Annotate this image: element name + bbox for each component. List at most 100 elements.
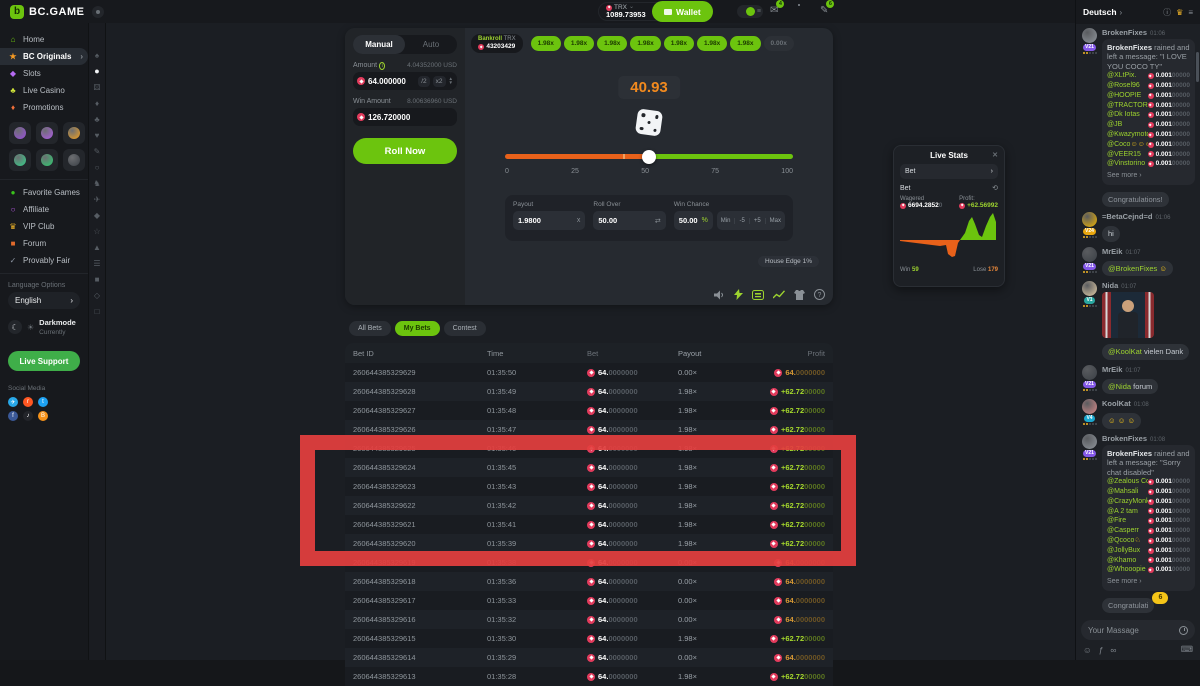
game-tile[interactable] bbox=[9, 122, 31, 144]
table-row[interactable]: 26064438532962401:35:4564.00000001.98×+6… bbox=[345, 458, 833, 477]
rain-recipient-name[interactable]: @Rosel96 bbox=[1107, 81, 1140, 91]
amount-input[interactable]: 64.000000 /2 x2 ▲▼ bbox=[353, 72, 457, 90]
table-row[interactable]: 26064438532962301:35:4364.00000001.98×+6… bbox=[345, 477, 833, 496]
table-row[interactable]: 26064438532962601:35:4764.00000001.98×+6… bbox=[345, 420, 833, 439]
sidebar-collapse-icon[interactable] bbox=[92, 6, 104, 18]
sidebar-item-vip-club[interactable]: ♛VIP Club bbox=[0, 218, 88, 235]
sidebar-item-home[interactable]: ⌂Home bbox=[0, 31, 88, 48]
win-amount-input[interactable]: 126.720000 bbox=[353, 108, 457, 126]
sound-icon[interactable] bbox=[714, 290, 725, 300]
wallet-button[interactable]: Wallet bbox=[652, 1, 713, 22]
table-row[interactable]: 26064438532961901:35:3864.00000000.00×64… bbox=[345, 553, 833, 572]
mention[interactable]: @Nida bbox=[1108, 382, 1131, 391]
history-multiplier-pill[interactable]: 1.98x bbox=[697, 36, 727, 51]
close-icon[interactable]: ✕ bbox=[992, 151, 998, 159]
rain-recipient-name[interactable]: @Zealous Coryd... bbox=[1107, 477, 1148, 487]
congrats-count-badge[interactable]: 6 bbox=[1152, 592, 1168, 604]
win-chance-button-max[interactable]: Max bbox=[766, 218, 785, 224]
help-icon[interactable]: ? bbox=[814, 289, 825, 300]
chat-toggle-button[interactable]: ✎6 bbox=[820, 4, 828, 17]
rain-recipient-name[interactable]: @Casperr bbox=[1107, 526, 1139, 536]
sidebar-item-affiliate[interactable]: ○Affiliate bbox=[0, 201, 88, 218]
reset-icon[interactable]: ⟲ bbox=[992, 184, 998, 192]
table-row[interactable]: 26064438532962901:35:5064.00000000.00×64… bbox=[345, 363, 833, 382]
table-row[interactable]: 26064438532962801:35:4964.00000001.98×+6… bbox=[345, 382, 833, 401]
chat-rules-icon[interactable]: ⓘ bbox=[1163, 7, 1171, 18]
win-chance-button-+5[interactable]: +5 bbox=[750, 218, 766, 224]
chat-username[interactable]: MrEik bbox=[1102, 365, 1122, 374]
history-multiplier-pill[interactable]: 1.98x bbox=[664, 36, 694, 51]
slider-track[interactable] bbox=[505, 154, 793, 159]
mention[interactable]: @BrokenFixes bbox=[1108, 264, 1157, 273]
win-chance-button-min[interactable]: Min bbox=[717, 218, 736, 224]
roll-now-button[interactable]: Roll Now bbox=[353, 138, 457, 164]
social-icon[interactable]: r bbox=[23, 397, 33, 407]
sidebar-item-slots[interactable]: ◆Slots bbox=[0, 65, 88, 82]
rain-recipient-name[interactable]: @Coco☺☺☺☺ bbox=[1107, 140, 1148, 150]
slider-handle[interactable] bbox=[642, 150, 656, 164]
see-more-link[interactable]: See more › bbox=[1107, 577, 1190, 587]
rain-recipient-name[interactable]: @CrazyMonkey bbox=[1107, 497, 1148, 507]
rail-game-icon[interactable]: ⚄ bbox=[94, 83, 101, 92]
table-row[interactable]: 26064438532962001:35:3964.00000001.98×+6… bbox=[345, 534, 833, 553]
table-row[interactable]: 26064438532962501:35:4664.00000001.98×+6… bbox=[345, 439, 833, 458]
rail-game-icon[interactable]: ○ bbox=[95, 163, 100, 172]
chat-username[interactable]: BrokenFixes bbox=[1102, 434, 1147, 443]
table-row[interactable]: 26064438532962201:35:4264.00000001.98×+6… bbox=[345, 496, 833, 515]
rail-game-icon[interactable]: □ bbox=[95, 307, 100, 316]
rail-game-icon[interactable]: ♣ bbox=[94, 115, 99, 124]
bets-tab-all-bets[interactable]: All Bets bbox=[349, 321, 391, 336]
half-bet-button[interactable]: /2 bbox=[418, 76, 429, 87]
history-multiplier-pill[interactable]: 1.98x bbox=[730, 36, 760, 51]
win-chance-input[interactable]: 50.00% bbox=[674, 211, 713, 230]
game-tile[interactable] bbox=[63, 122, 85, 144]
table-row[interactable]: 26064438532961301:35:2864.00000001.98×+6… bbox=[345, 667, 833, 686]
table-row[interactable]: 26064438532961801:35:3664.00000000.00×64… bbox=[345, 572, 833, 591]
bets-tab-my-bets[interactable]: My Bets bbox=[395, 321, 440, 336]
chat-username[interactable]: =BetaCejnd=d bbox=[1102, 212, 1152, 221]
avatar[interactable] bbox=[1082, 28, 1097, 43]
gif-keyboard-icon[interactable]: ⌨ bbox=[1181, 644, 1193, 655]
swap-icon[interactable]: ⇄ bbox=[655, 217, 661, 225]
rain-recipient-name[interactable]: @JollyBux bbox=[1107, 546, 1140, 556]
game-tile[interactable] bbox=[36, 122, 58, 144]
win-chance-button--5[interactable]: -5 bbox=[735, 218, 749, 224]
darkmode-toggle[interactable]: ☾ ☀ DarkmodeCurrently bbox=[0, 309, 88, 345]
game-tile[interactable] bbox=[36, 149, 58, 171]
chat-username[interactable]: KoolKat bbox=[1102, 399, 1131, 408]
rain-recipient-name[interactable]: @XLtPix. bbox=[1107, 71, 1136, 81]
sidebar-item-live-casino[interactable]: ♣Live Casino bbox=[0, 82, 88, 99]
history-multiplier-pill[interactable]: 1.98x bbox=[630, 36, 660, 51]
history-multiplier-pill[interactable]: 1.98x bbox=[597, 36, 627, 51]
avatar[interactable] bbox=[1082, 399, 1097, 414]
history-multiplier-pill[interactable]: 0.00x bbox=[764, 36, 794, 51]
stats-mode-select[interactable]: Bet› bbox=[900, 164, 998, 179]
rail-game-icon[interactable]: ■ bbox=[95, 275, 100, 284]
roll-over-input[interactable]: 50.00⇄ bbox=[593, 211, 665, 230]
social-icon[interactable]: B bbox=[38, 411, 48, 421]
language-select[interactable]: English› bbox=[8, 292, 80, 309]
chat-username[interactable]: BrokenFixes bbox=[1102, 28, 1147, 37]
view-toggle[interactable]: ≡ bbox=[737, 5, 763, 18]
history-multiplier-pill[interactable]: 1.98x bbox=[531, 36, 561, 51]
rail-game-icon[interactable]: ◇ bbox=[94, 291, 100, 300]
table-row[interactable]: 26064438532961501:35:3064.00000001.98×+6… bbox=[345, 629, 833, 648]
table-row[interactable]: 26064438532961701:35:3364.00000000.00×64… bbox=[345, 591, 833, 610]
trends-icon[interactable] bbox=[773, 290, 785, 300]
see-more-link[interactable]: See more › bbox=[1107, 171, 1190, 181]
game-tile[interactable] bbox=[63, 149, 85, 171]
chat-username[interactable]: MrEik bbox=[1102, 247, 1122, 256]
social-icon[interactable]: t bbox=[38, 397, 48, 407]
sidebar-item-promotions[interactable]: ♦Promotions bbox=[0, 99, 88, 116]
rain-recipient-name[interactable]: @JB bbox=[1107, 120, 1122, 130]
bankroll-chip[interactable]: Bankroll TRX 43203429 bbox=[471, 34, 523, 53]
brand-logo[interactable]: b BC.GAME bbox=[10, 5, 84, 19]
rain-icon[interactable]: ƒ bbox=[1099, 645, 1104, 655]
theme-icon[interactable] bbox=[794, 290, 805, 300]
rail-game-icon[interactable]: ☰ bbox=[93, 259, 100, 268]
chat-scrollbar[interactable] bbox=[1196, 52, 1199, 82]
rail-game-icon[interactable]: ● bbox=[94, 67, 99, 76]
social-icon[interactable]: f bbox=[8, 411, 18, 421]
rain-recipient-name[interactable]: @Qcoco♘ bbox=[1107, 536, 1141, 546]
attach-icon[interactable]: ∞ bbox=[1110, 645, 1116, 655]
